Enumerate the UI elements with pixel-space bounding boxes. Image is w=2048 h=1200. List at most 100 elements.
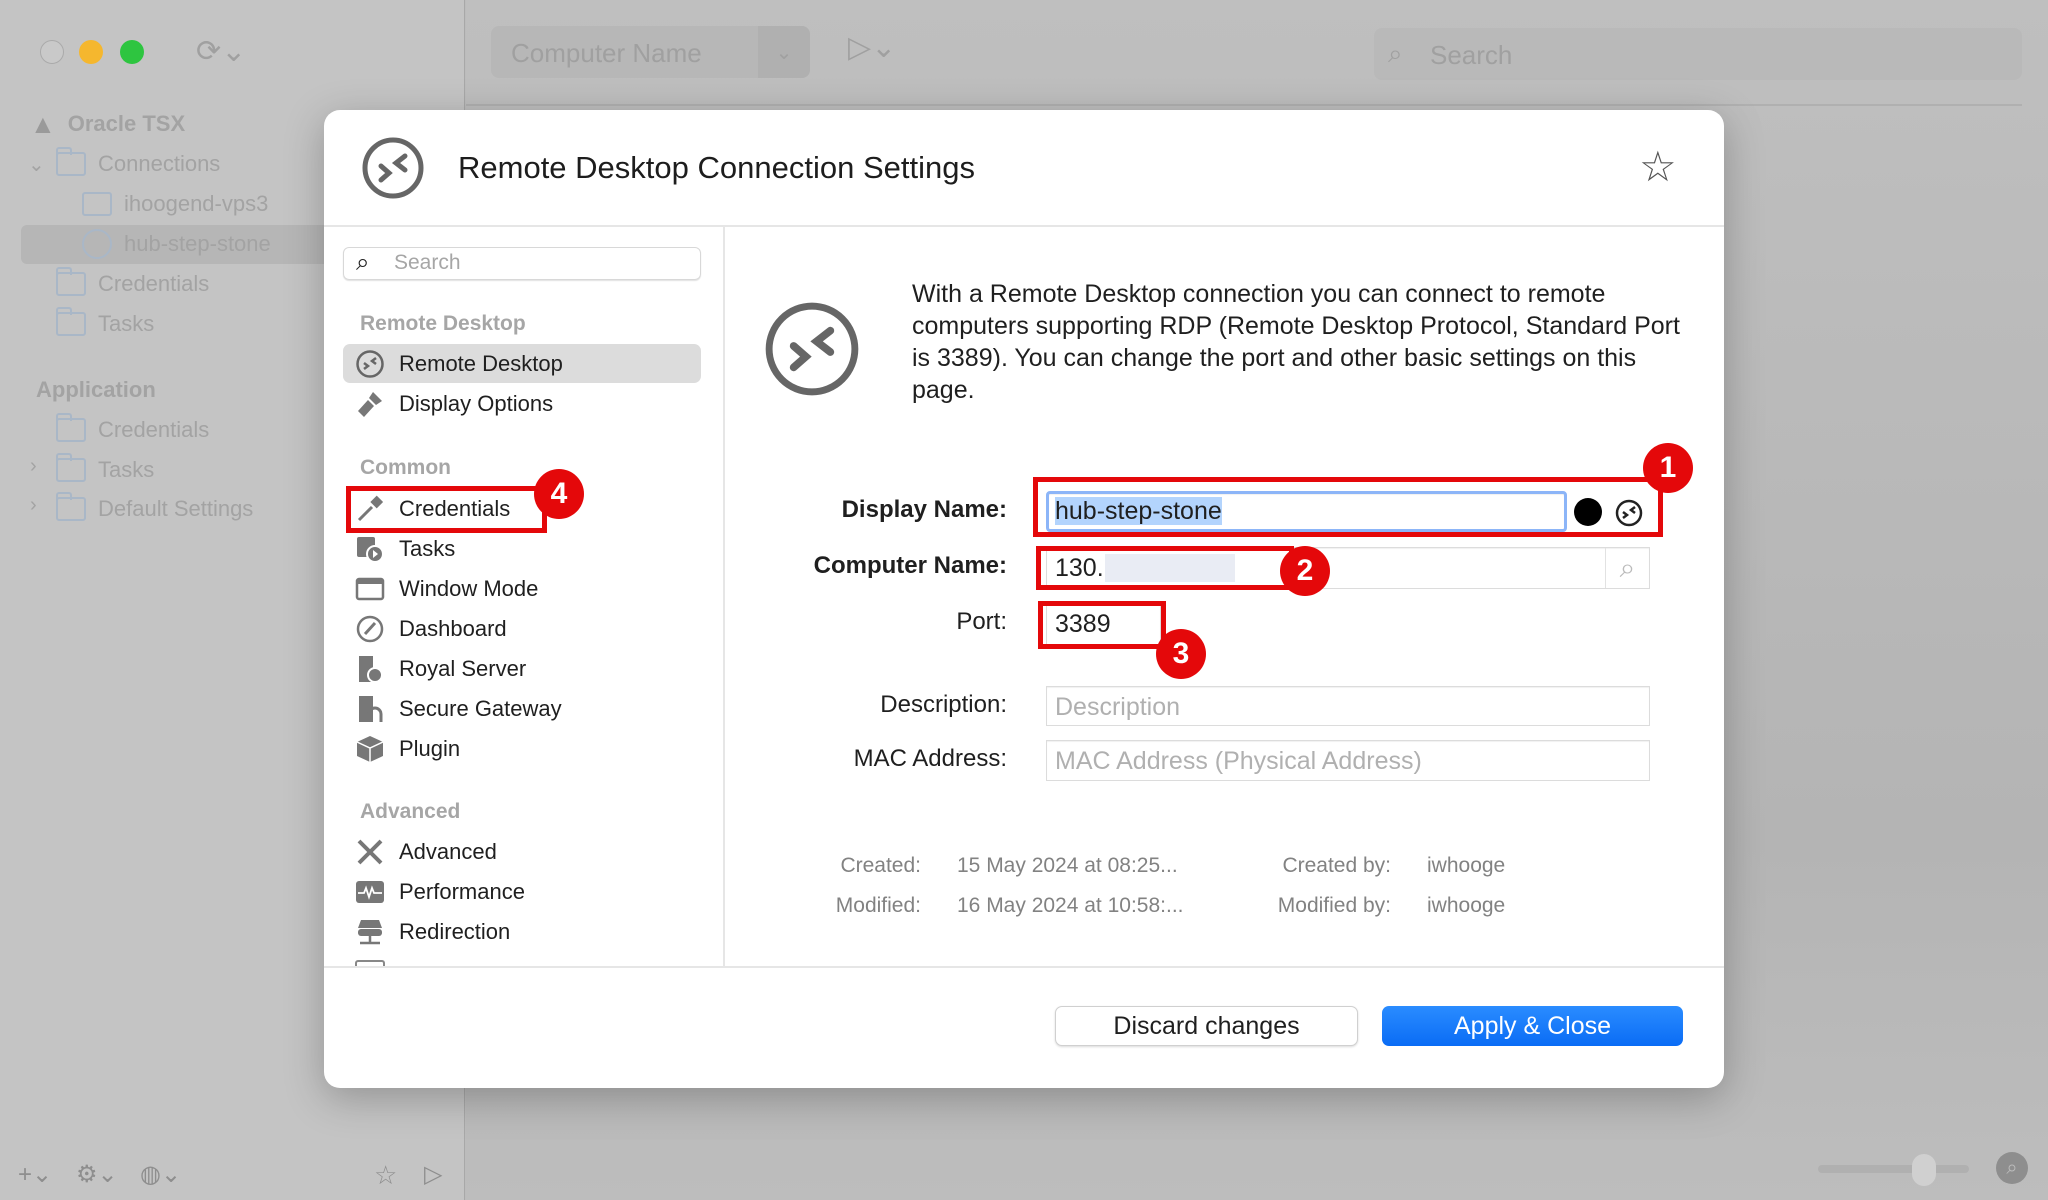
tasks-icon [357,536,384,563]
minimize-button[interactable] [79,40,103,64]
refresh-menu-icon[interactable]: ⟳⌄ [196,34,246,69]
annotation-box-1 [1033,477,1663,537]
favorite-star-icon[interactable]: ☆ [374,1160,397,1191]
nav-item-window-mode[interactable]: Window Mode [343,569,701,608]
gauge-icon [356,615,384,642]
folder-icon [56,492,86,521]
sidebar-item-credentials[interactable]: Credentials [56,267,209,301]
nav-item-display-options[interactable]: Display Options [343,384,701,423]
description-input[interactable]: Description [1046,686,1650,726]
created-value: 15 May 2024 at 08:25... [957,854,1178,877]
mac-address-input[interactable]: MAC Address (Physical Address) [1046,740,1650,781]
network-drive-icon [358,919,382,944]
server-icon [359,655,383,683]
folder-icon [56,453,86,482]
settings-dialog: Remote Desktop Connection Settings ☆ ⌕ S… [324,110,1724,1088]
nav-item-royal-server[interactable]: Royal Server [343,649,701,688]
sidebar-item-default-settings[interactable]: Default Settings [56,492,253,526]
intro-text: With a Remote Desktop connection you can… [912,280,1680,404]
modified-value: 16 May 2024 at 10:58:... [957,894,1184,917]
remote-desktop-icon [362,137,424,199]
sidebar-heading-application: Application [36,377,156,402]
nav-item-advanced[interactable]: Advanced [343,832,701,871]
search-icon: ⌕ [356,249,370,276]
annotation-box-4 [346,486,547,533]
display-name-label: Display Name: [841,496,1007,523]
remote-desktop-icon [356,349,384,378]
chevron-right-icon[interactable]: › [30,455,37,478]
nav-heading-remote-desktop: Remote Desktop [360,312,526,335]
toolbar-search-input[interactable]: ⌕ Search [1374,28,2022,80]
paintbrush-icon [358,391,382,417]
remote-desktop-large-icon [765,302,859,396]
zoom-slider-knob[interactable] [1912,1154,1936,1186]
nav-item-redirection[interactable]: Redirection [343,912,701,951]
remote-desktop-icon [82,229,112,259]
modified-by-label: Modified by: [1277,894,1391,917]
annotation-badge-3: 3 [1156,629,1206,679]
folder-icon [56,267,86,296]
nav-search-input[interactable]: ⌕ Search [343,247,701,280]
discard-changes-button[interactable]: Discard changes [1055,1006,1358,1046]
gear-menu-icon[interactable]: ⚙⌄ [76,1160,118,1189]
chevron-right-icon[interactable]: › [30,494,37,517]
chevron-down-icon[interactable]: ⌄ [758,26,810,78]
sidebar-item-app-credentials[interactable]: Credentials [56,413,209,447]
nav-item-tasks[interactable]: Tasks [343,529,701,568]
divider [466,104,2022,106]
tools-icon [357,839,383,864]
nav-item-plugin[interactable]: Plugin [343,729,701,768]
close-button[interactable] [40,40,64,64]
sidebar-item-oracle-tsx[interactable]: ▲ Oracle TSX [30,107,185,141]
terminal-icon [82,192,112,216]
zoom-button[interactable] [120,40,144,64]
divider [723,227,725,966]
zoom-slider[interactable] [1818,1165,1969,1173]
annotation-box-3 [1038,601,1166,649]
divider [324,225,1724,227]
chevron-down-icon[interactable]: ⌄ [28,152,45,177]
nav-item-dashboard[interactable]: Dashboard [343,609,701,648]
computer-name-combo[interactable]: Computer Name ⌄ [491,26,810,78]
folder-icon [56,413,86,442]
modified-by-value: iwhooge [1427,894,1506,917]
folder-icon [56,307,86,336]
sync-menu-icon[interactable]: ◍⌄ [140,1160,181,1189]
plugin-box-icon [356,735,384,762]
sidebar-item-tasks[interactable]: Tasks [56,307,154,341]
play-icon[interactable]: ▷ [424,1160,442,1189]
activity-monitor-icon [356,880,384,903]
gateway-icon [359,695,383,722]
nav-item-performance[interactable]: Performance [343,872,701,911]
nav-heading-advanced: Advanced [360,800,461,823]
annotation-badge-2: 2 [1280,546,1330,596]
divider [324,966,1724,968]
nav-item-secure-gateway[interactable]: Secure Gateway [343,689,701,728]
search-icon: ⌕ [1388,38,1403,68]
add-menu-icon[interactable]: +⌄ [18,1160,52,1189]
apply-close-button[interactable]: Apply & Close [1382,1006,1683,1046]
search-icon[interactable]: ⌕ [1605,548,1649,588]
sidebar-item-app-tasks[interactable]: Tasks [56,453,154,487]
created-label: Created: [840,854,921,877]
created-by-label: Created by: [1282,854,1391,877]
window-icon [355,577,385,600]
description-label: Description: [880,691,1007,718]
favorite-star-icon[interactable]: ☆ [1639,142,1677,191]
annotation-box-2 [1036,546,1294,590]
sidebar-item-hub-step-stone[interactable]: hub-step-stone [82,227,271,261]
annotation-badge-1: 1 [1643,443,1693,493]
port-label: Port: [956,608,1007,635]
play-menu-icon[interactable]: ▷⌄ [848,30,896,65]
magnifier-icon[interactable]: ⌕ [1996,1152,2028,1184]
sidebar-item-ihoogend-vps3[interactable]: ihoogend-vps3 [82,187,268,221]
created-by-value: iwhooge [1427,854,1506,877]
sidebar-item-connections[interactable]: Connections [56,147,220,181]
dialog-title: Remote Desktop Connection Settings [458,150,975,185]
nav-item-remote-desktop[interactable]: Remote Desktop [343,344,701,383]
nav-heading-common: Common [360,456,451,479]
annotation-badge-4: 4 [534,469,584,519]
folder-icon [56,147,86,176]
warning-icon: ▲ [30,108,56,139]
mac-address-label: MAC Address: [853,745,1007,772]
